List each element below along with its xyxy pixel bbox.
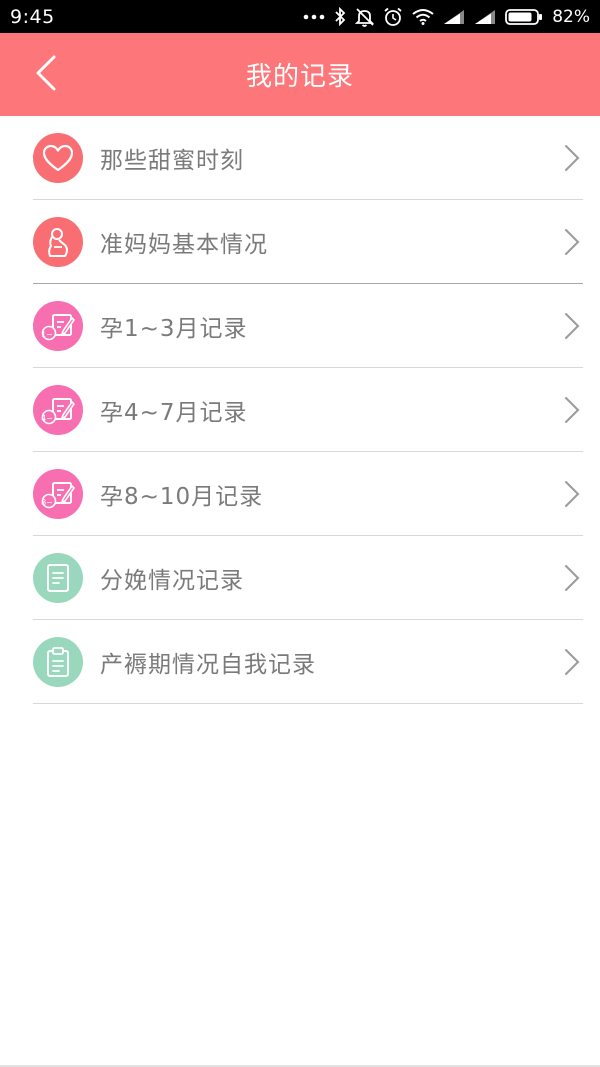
month-badge: 4~ bbox=[41, 414, 53, 423]
status-time: 9:45 bbox=[10, 5, 55, 28]
more-dots-icon bbox=[303, 13, 325, 21]
record-list: 那些甜蜜时刻 准妈妈基本情况 1~ 孕1~3月记录 4~ 孕4~7月记录 8~ … bbox=[0, 116, 600, 704]
record-label: 准妈妈基本情况 bbox=[100, 232, 268, 258]
chevron-right-icon bbox=[564, 312, 580, 340]
bluetooth-icon bbox=[334, 7, 346, 26]
edit-record-icon: 4~ bbox=[33, 385, 83, 435]
document-icon bbox=[33, 553, 83, 603]
page-title: 我的记录 bbox=[245, 62, 354, 92]
app-header: 我的记录 bbox=[0, 33, 600, 116]
record-label: 分娩情况记录 bbox=[100, 568, 244, 594]
chevron-right-icon bbox=[564, 564, 580, 592]
status-bar: 9:45 82% bbox=[0, 0, 600, 33]
status-icons: 82% bbox=[303, 7, 590, 27]
signal-icon-1 bbox=[443, 9, 465, 25]
pregnant-woman-icon bbox=[33, 217, 83, 267]
battery-percent: 82% bbox=[552, 6, 590, 27]
record-item-delivery[interactable]: 分娩情况记录 bbox=[0, 536, 600, 620]
bell-off-icon bbox=[355, 7, 375, 27]
record-item-month-4-7[interactable]: 4~ 孕4~7月记录 bbox=[0, 368, 600, 452]
chevron-right-icon bbox=[564, 144, 580, 172]
heart-icon bbox=[33, 133, 83, 183]
signal-icon-2 bbox=[474, 9, 496, 25]
record-label: 孕8~10月记录 bbox=[100, 484, 264, 510]
wifi-icon bbox=[412, 8, 434, 25]
edit-record-icon: 1~ bbox=[33, 301, 83, 351]
month-badge: 8~ bbox=[41, 498, 53, 507]
alarm-icon bbox=[383, 7, 403, 27]
record-label: 孕4~7月记录 bbox=[100, 400, 248, 426]
chevron-right-icon bbox=[564, 228, 580, 256]
record-label: 孕1~3月记录 bbox=[100, 316, 248, 342]
chevron-right-icon bbox=[564, 480, 580, 508]
clipboard-icon bbox=[33, 637, 83, 687]
chevron-right-icon bbox=[564, 648, 580, 676]
edit-record-icon: 8~ bbox=[33, 469, 83, 519]
chevron-right-icon bbox=[564, 396, 580, 424]
record-label: 产褥期情况自我记录 bbox=[100, 652, 316, 678]
record-item-postpartum[interactable]: 产褥期情况自我记录 bbox=[0, 620, 600, 704]
record-item-month-8-10[interactable]: 8~ 孕8~10月记录 bbox=[0, 452, 600, 536]
record-item-sweet-moments[interactable]: 那些甜蜜时刻 bbox=[0, 116, 600, 200]
record-label: 那些甜蜜时刻 bbox=[100, 148, 244, 174]
divider bbox=[33, 703, 583, 704]
record-item-mother-basic-info[interactable]: 准妈妈基本情况 bbox=[0, 200, 600, 284]
month-badge: 1~ bbox=[41, 330, 53, 339]
record-item-month-1-3[interactable]: 1~ 孕1~3月记录 bbox=[0, 284, 600, 368]
battery-icon bbox=[505, 8, 543, 26]
